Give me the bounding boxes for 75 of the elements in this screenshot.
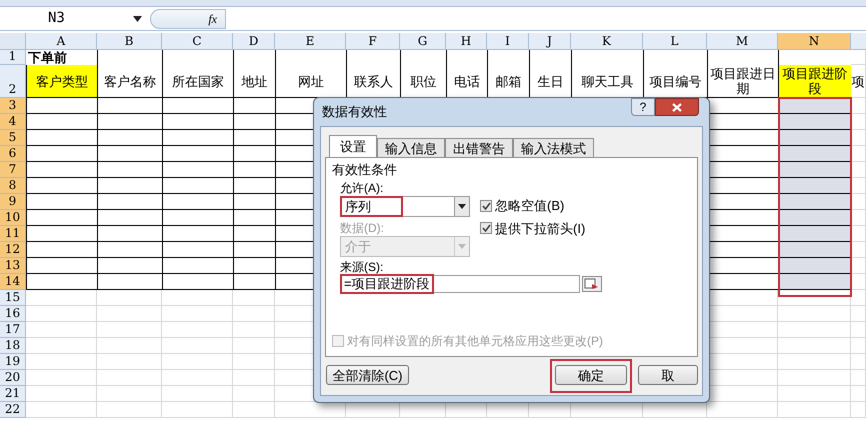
check-icon (482, 224, 490, 232)
dialog-tab[interactable]: 输入法模式 (513, 138, 594, 157)
row-header[interactable]: 17 (0, 322, 26, 338)
field-label: 允许(A): (340, 180, 384, 196)
checkbox[interactable] (480, 200, 492, 212)
dialog-button[interactable]: 确定 (555, 365, 627, 385)
row-header[interactable]: 6 (0, 146, 26, 162)
row-header[interactable]: 13 (0, 258, 26, 274)
row-header[interactable]: 16 (0, 306, 26, 322)
row-header[interactable]: 18 (0, 338, 26, 354)
dialog-title: 数据有效性 (322, 103, 387, 122)
field-label: 来源(S): (339, 259, 384, 275)
table-cell: 项目跟进阶段 (778, 65, 851, 98)
close-button[interactable] (655, 98, 699, 116)
row-header[interactable]: 19 (0, 354, 26, 370)
row-header[interactable]: 5 (0, 130, 26, 146)
dropdown-value: 序列 (345, 198, 371, 216)
column-header[interactable]: C (162, 33, 233, 50)
row-header[interactable]: 4 (0, 114, 26, 130)
row-header[interactable]: 2 (0, 65, 26, 98)
column-header[interactable]: B (97, 33, 162, 50)
column-header[interactable]: K (571, 33, 643, 50)
row-header[interactable]: 10 (0, 210, 26, 226)
table-cell: 客户类型 (26, 65, 97, 98)
column-header[interactable]: F (346, 33, 400, 50)
column-header[interactable]: A (26, 33, 97, 50)
source-field[interactable]: =项目跟进阶段 (340, 275, 580, 293)
table-cell: 所在国家 (162, 65, 233, 98)
row-header[interactable]: 7 (0, 162, 26, 178)
caret-icon (458, 244, 466, 249)
row-header[interactable]: 12 (0, 242, 26, 258)
dialog-tab[interactable]: 设置 (329, 135, 377, 157)
row-header[interactable]: 14 (0, 274, 26, 290)
row-header[interactable]: 9 (0, 194, 26, 210)
field-value: =项目跟进阶段 (344, 275, 430, 294)
field-label: 数据(D): (340, 220, 385, 236)
dialog-button[interactable]: 全部清除(C) (326, 365, 409, 385)
dialog-button[interactable]: 取 (638, 365, 698, 385)
table-cell: 项 (851, 65, 866, 98)
formula-function-button[interactable]: fx (150, 8, 226, 28)
check-icon (482, 202, 490, 210)
caret-icon (458, 204, 466, 209)
checkbox-label: 忽略空值(B) (495, 197, 564, 215)
close-icon (672, 102, 682, 112)
name-box[interactable]: N3 (0, 8, 150, 28)
column-header[interactable]: D (233, 33, 275, 50)
column-header[interactable]: N (778, 33, 851, 50)
range-picker-icon[interactable] (582, 276, 602, 292)
column-header[interactable]: I (487, 33, 529, 50)
column-header[interactable]: H (446, 33, 487, 50)
column-header[interactable]: L (643, 33, 707, 50)
group-label: 有效性条件 (332, 162, 398, 178)
column-header[interactable]: E (275, 33, 346, 50)
row-header[interactable]: 1 (0, 50, 26, 65)
row-header[interactable]: 21 (0, 386, 26, 402)
table-cell-text: 下单前 (27, 50, 68, 65)
table-cell: 客户名称 (97, 65, 162, 98)
dialog-tab[interactable]: 出错警告 (445, 138, 513, 157)
row-header[interactable]: 3 (0, 98, 26, 114)
row-header[interactable]: 11 (0, 226, 26, 242)
column-header[interactable]: G (400, 33, 446, 50)
allow-dropdown[interactable]: 序列 (340, 196, 470, 217)
checkbox-label: 提供下拉箭头(I) (495, 220, 586, 238)
table-cell: 地址 (233, 65, 275, 98)
dialog-tab[interactable]: 输入信息 (377, 138, 445, 157)
checkbox-label: 对有同样设置的所有其他单元格应用这些更改(P) (347, 333, 603, 350)
row-header[interactable]: 22 (0, 402, 26, 418)
row-header[interactable]: 8 (0, 178, 26, 194)
row-header[interactable]: 15 (0, 290, 26, 306)
help-button[interactable]: ? (631, 98, 655, 116)
dropdown-caret-icon[interactable] (133, 16, 142, 22)
row-header[interactable]: 20 (0, 370, 26, 386)
column-header[interactable]: M (707, 33, 778, 50)
checkbox[interactable] (480, 222, 492, 234)
column-header[interactable]: J (529, 33, 571, 50)
